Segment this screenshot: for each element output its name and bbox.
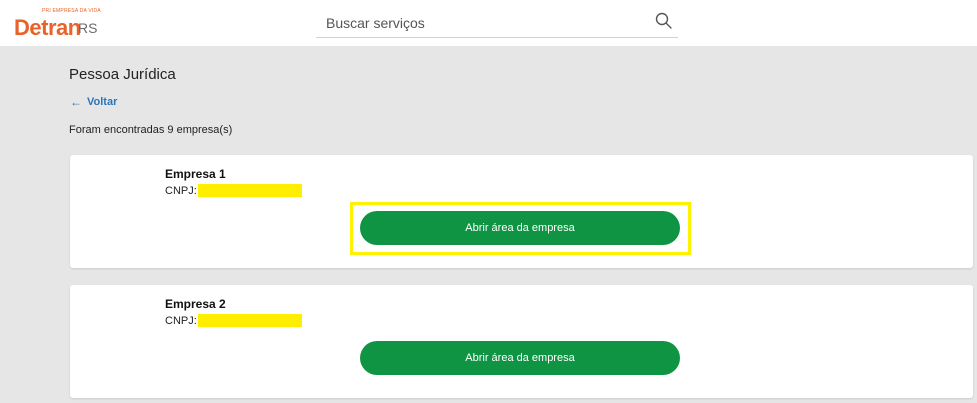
search-icon[interactable] [654, 11, 674, 31]
cnpj-redaction [197, 314, 302, 327]
company-card: Empresa 2 CNPJ: Abrir área da empresa [70, 285, 973, 398]
company-name: Empresa 2 [165, 297, 226, 311]
logo-suffix: RS [78, 20, 98, 36]
top-bar: PRI EMPRESA DA VIDA Detran RS [0, 0, 977, 46]
company-name: Empresa 1 [165, 167, 226, 181]
cnpj-label: CNPJ: [165, 314, 197, 327]
back-link-label: Voltar [87, 96, 118, 108]
detran-logo[interactable]: PRI EMPRESA DA VIDA Detran RS [14, 6, 114, 42]
search-bar [316, 6, 678, 38]
page-title: Pessoa Jurídica [69, 66, 176, 83]
open-company-area-button[interactable]: Abrir área da empresa [360, 211, 680, 245]
cnpj-label: CNPJ: [165, 184, 197, 197]
cnpj-row: CNPJ: [165, 184, 302, 197]
company-card: Empresa 1 CNPJ: Abrir área da empresa [70, 155, 973, 268]
cnpj-redaction [197, 184, 302, 197]
open-company-area-button[interactable]: Abrir área da empresa [360, 341, 680, 375]
logo-wordmark: Detran [14, 15, 81, 40]
cnpj-row: CNPJ: [165, 314, 302, 327]
results-count: Foram encontradas 9 empresa(s) [69, 124, 233, 136]
arrow-left-icon: ← [70, 95, 82, 109]
logo-tagline: PRI EMPRESA DA VIDA [42, 8, 101, 14]
search-input[interactable] [326, 12, 626, 34]
back-link[interactable]: ← Voltar [70, 95, 117, 109]
